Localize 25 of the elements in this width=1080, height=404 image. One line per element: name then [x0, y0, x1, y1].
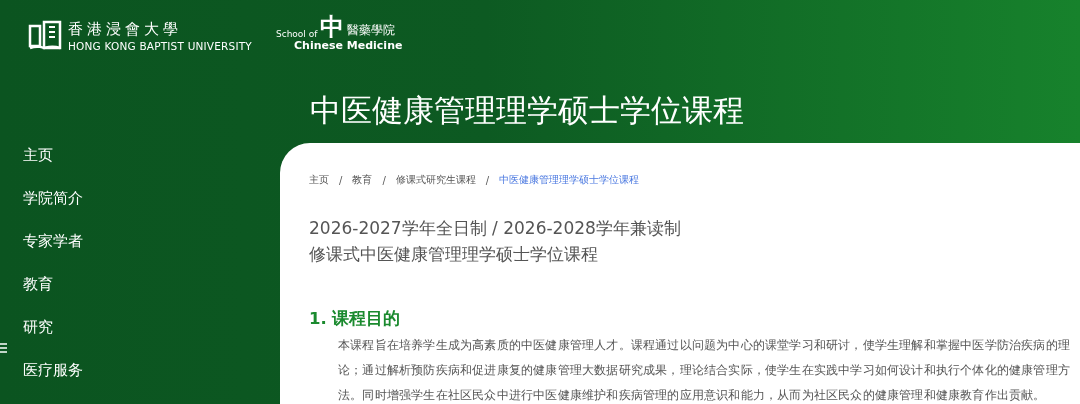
sidebar-item[interactable]: 研究 [23, 317, 53, 337]
breadcrumb-separator: / [485, 174, 490, 186]
sidebar-item[interactable]: 专家学者 [23, 231, 83, 251]
breadcrumb-separator: / [382, 174, 386, 186]
breadcrumb-link[interactable]: 中医健康管理理学硕士学位课程 [499, 173, 640, 187]
breadcrumb-link[interactable]: 主页 [309, 173, 329, 187]
breadcrumb-separator: / [339, 174, 343, 186]
sidebar-item[interactable]: 学院简介 [23, 188, 83, 208]
program-heading: 修课式中医健康管理理学硕士学位课程 [309, 243, 598, 265]
breadcrumb-link[interactable]: 修课式研究生课程 [395, 173, 476, 187]
school-logo-character: 中 [320, 14, 345, 39]
university-english-name: HONG KONG BAPTIST UNIVERSITY [68, 39, 252, 52]
school-english-name: Chinese Medicine [294, 38, 403, 52]
school-prefix: School of [276, 28, 318, 39]
school-chinese-name: 醫藥學院 [347, 21, 396, 39]
sidebar-item[interactable]: 主页 [23, 145, 53, 165]
sidebar-item[interactable]: 教育 [23, 274, 53, 294]
page-title: 中医健康管理理学硕士学位课程 [309, 91, 745, 130]
university-chinese-name: 香港浸會大學 [68, 20, 183, 38]
breadcrumb-link[interactable]: 教育 [352, 173, 373, 187]
program-heading: 2026-2027学年全日制 / 2026-2028学年兼读制 [309, 217, 681, 239]
section-paragraph: 本课程旨在培养学生成为高素质的中医健康管理人才。课程通过以问题为中心的课堂学习和研讨，使学生理解和掌握中医学防治疾病的理论；通过解析预防疾病和促进康复的健康管理大数据研究成果，理论结合实际，使学生在实践中学习如何设计和执行个体化的健康管理方法。同时增强学生在社区民众中进行中医健康维护和疾病管理的应用意识和能力，从而为社区民众的健康管理和健康教育作出贡献。 [338, 337, 1071, 404]
section-title: 1. 课程目的 [309, 309, 401, 329]
sidebar-item[interactable]: 医疗服务 [23, 360, 83, 380]
book-logo-icon [28, 20, 62, 52]
